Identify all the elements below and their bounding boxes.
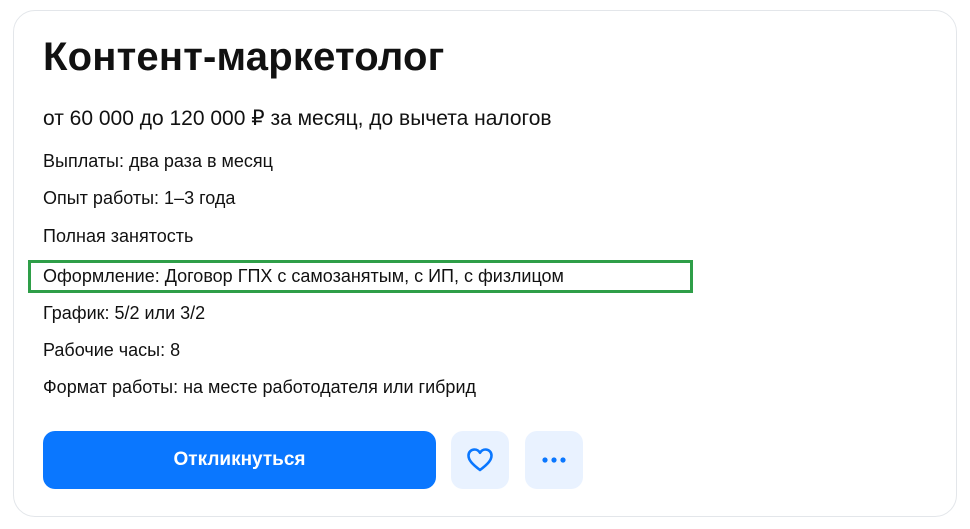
- payment-frequency: Выплаты: два раза в месяц: [43, 151, 273, 171]
- heart-icon: [466, 447, 494, 473]
- more-horizontal-icon: [542, 457, 566, 463]
- more-button[interactable]: [525, 431, 583, 489]
- working-hours: Рабочие часы: 8: [43, 340, 181, 360]
- highlight-frame: [28, 260, 693, 293]
- employment-type: Полная занятость: [43, 226, 194, 246]
- schedule: График: 5/2 или 3/2: [43, 303, 206, 323]
- favorite-button[interactable]: [451, 431, 509, 489]
- work-format: Формат работы: на месте работодателя или…: [43, 377, 477, 397]
- vacancy-card: Контент-маркетолог от 60 000 до 120 000 …: [13, 10, 957, 517]
- salary-text: от 60 000 до 120 000 ₽ за месяц, до выче…: [43, 107, 552, 130]
- experience: Опыт работы: 1–3 года: [43, 188, 236, 208]
- vacancy-title: Контент-маркетолог: [43, 35, 445, 79]
- respond-button[interactable]: Откликнуться: [43, 431, 436, 489]
